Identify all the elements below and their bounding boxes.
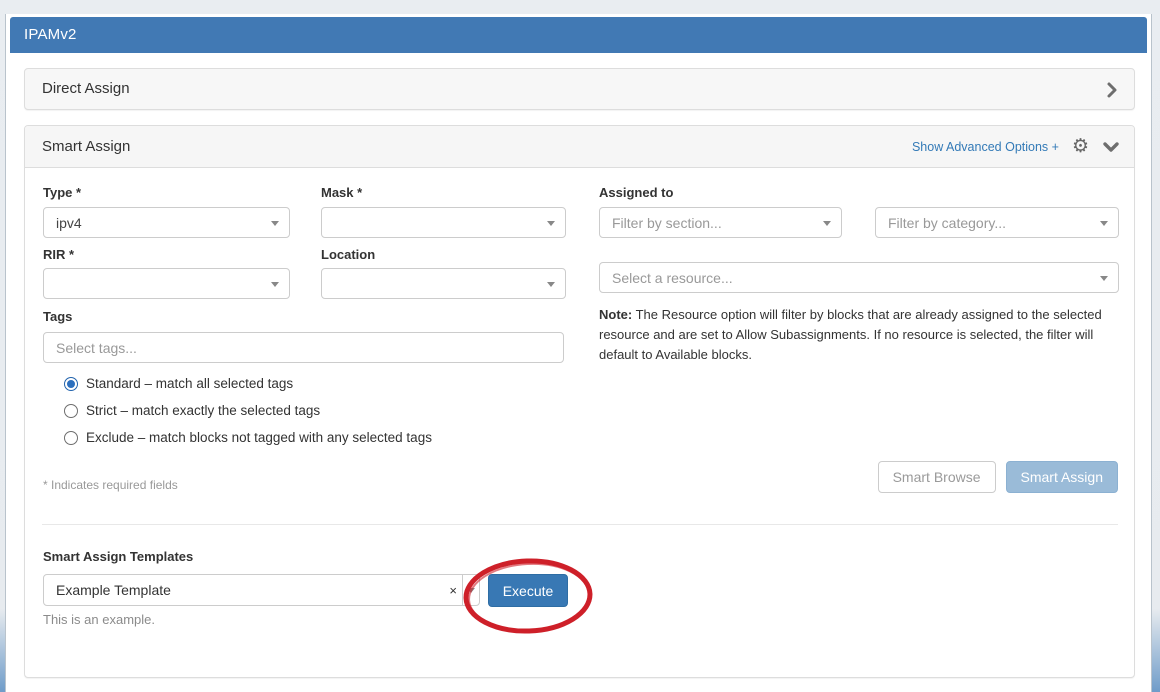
filter-section-select[interactable]: Filter by section...	[599, 207, 842, 238]
caret-down-icon	[1100, 221, 1108, 226]
resource-note-text: The Resource option will filter by block…	[599, 307, 1102, 362]
mask-select[interactable]	[321, 207, 566, 238]
smart-browse-button[interactable]: Smart Browse	[878, 461, 996, 493]
caret-down-icon	[1100, 276, 1108, 281]
radio-exclude[interactable]: Exclude – match blocks not tagged with a…	[64, 430, 432, 445]
radio-strict-label: Strict – match exactly the selected tags	[86, 403, 320, 418]
mask-label: Mask *	[321, 185, 362, 200]
type-select[interactable]: ipv4	[43, 207, 290, 238]
caret-down-icon	[271, 282, 279, 287]
clear-selection-icon[interactable]: ×	[444, 583, 462, 598]
resource-select-placeholder: Select a resource...	[612, 270, 733, 286]
rir-select[interactable]	[43, 268, 290, 299]
app-title-bar: IPAMv2	[10, 17, 1147, 53]
show-advanced-options-link[interactable]: Show Advanced Options +	[912, 140, 1059, 154]
execute-button[interactable]: Execute	[488, 574, 568, 607]
chevron-down-icon[interactable]	[1102, 141, 1120, 153]
gear-icon[interactable]: ⚙	[1072, 137, 1089, 156]
radio-strict[interactable]: Strict – match exactly the selected tags	[64, 403, 320, 418]
resource-select[interactable]: Select a resource...	[599, 262, 1119, 293]
caret-down-icon	[547, 282, 555, 287]
action-buttons: Smart Browse Smart Assign	[878, 461, 1118, 493]
tags-input[interactable]	[43, 332, 564, 363]
radio-standard-label: Standard – match all selected tags	[86, 376, 293, 391]
caret-down-icon	[823, 221, 831, 226]
app-title: IPAMv2	[24, 26, 77, 43]
direct-assign-title: Direct Assign	[42, 69, 130, 109]
radio-strict-control[interactable]	[64, 404, 78, 418]
caret-down-icon	[271, 221, 279, 226]
template-dropdown-toggle[interactable]	[462, 575, 479, 605]
header-controls: Show Advanced Options + ⚙	[912, 126, 1120, 167]
radio-exclude-control[interactable]	[64, 431, 78, 445]
resource-note-prefix: Note:	[599, 307, 632, 322]
caret-down-icon	[467, 588, 475, 593]
location-label: Location	[321, 247, 375, 262]
filter-category-placeholder: Filter by category...	[888, 215, 1006, 231]
filter-section-placeholder: Filter by section...	[612, 215, 722, 231]
radio-standard[interactable]: Standard – match all selected tags	[64, 376, 293, 391]
filter-category-select[interactable]: Filter by category...	[875, 207, 1119, 238]
rir-label: RIR *	[43, 247, 74, 262]
type-select-value: ipv4	[56, 215, 82, 231]
assigned-to-label: Assigned to	[599, 185, 673, 200]
required-fields-note: * Indicates required fields	[43, 478, 178, 492]
chevron-right-icon[interactable]	[1106, 81, 1118, 99]
smart-assign-title: Smart Assign	[42, 126, 130, 167]
caret-down-icon	[547, 221, 555, 226]
smart-assign-header[interactable]: Smart Assign Show Advanced Options + ⚙	[25, 126, 1134, 168]
radio-standard-control[interactable]	[64, 377, 78, 391]
smart-assign-button[interactable]: Smart Assign	[1006, 461, 1118, 493]
template-combobox[interactable]: Example Template ×	[43, 574, 480, 606]
template-selected-value: Example Template	[44, 582, 444, 598]
type-label: Type *	[43, 185, 81, 200]
location-select[interactable]	[321, 268, 566, 299]
templates-label: Smart Assign Templates	[43, 549, 193, 564]
radio-exclude-label: Exclude – match blocks not tagged with a…	[86, 430, 432, 445]
tags-label: Tags	[43, 309, 72, 324]
smart-assign-panel: Smart Assign Show Advanced Options + ⚙ T…	[24, 125, 1135, 678]
direct-assign-panel[interactable]: Direct Assign	[24, 68, 1135, 110]
resource-note: Note: The Resource option will filter by…	[599, 305, 1121, 365]
template-helper-text: This is an example.	[43, 612, 155, 627]
smart-assign-body: Type * Mask * ipv4 RIR * Location Tags S…	[25, 168, 1134, 677]
section-divider	[42, 524, 1118, 525]
